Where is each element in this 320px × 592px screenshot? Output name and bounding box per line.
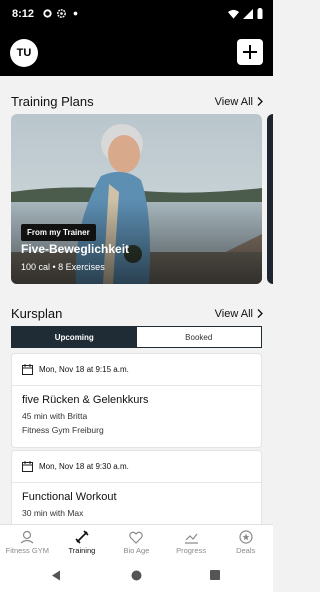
app-header: TU	[0, 30, 273, 76]
heart-icon	[129, 531, 144, 544]
kursplan-tabs: Upcoming Booked	[11, 326, 262, 348]
home-icon[interactable]	[131, 570, 142, 581]
back-icon[interactable]	[51, 570, 61, 581]
nav-label: Progress	[176, 545, 207, 555]
system-nav-bar	[0, 560, 273, 592]
course-duration: 30 min with Max	[22, 508, 84, 518]
recents-icon[interactable]	[210, 570, 220, 580]
course-location: Fitness Gym Freiburg	[22, 425, 104, 435]
nav-label: Training	[68, 546, 96, 555]
course-card[interactable]: Mon, Nov 18 at 9:15 a.m. five Rücken & G…	[11, 353, 262, 448]
status-bar: 8:12	[0, 0, 273, 30]
training-plans-title: Training Plans	[11, 94, 94, 109]
kursplan-header: Kursplan View All	[11, 306, 263, 321]
badge-icon	[239, 530, 253, 544]
signal-icon	[243, 8, 253, 19]
course-date-row: Mon, Nov 18 at 9:15 a.m.	[12, 354, 261, 386]
training-plan-card[interactable]: From my Trainer Five-Beweglichkeit 100 c…	[11, 114, 262, 284]
course-card[interactable]: Mon, Nov 18 at 9:30 a.m. Functional Work…	[11, 450, 262, 524]
trainer-badge: From my Trainer	[21, 224, 96, 241]
nav-fitness-gym[interactable]: Fitness GYM	[0, 525, 55, 560]
plan-meta: 100 cal • 8 Exercises	[21, 262, 105, 272]
next-plan-card[interactable]	[267, 114, 273, 284]
gear-icon	[57, 9, 66, 18]
avatar[interactable]: TU	[10, 39, 38, 67]
training-plans-view-all[interactable]: View All	[215, 96, 263, 108]
add-button[interactable]	[237, 39, 263, 65]
calendar-icon	[22, 461, 33, 472]
nav-progress[interactable]: Progress	[164, 525, 219, 560]
bottom-nav: Fitness GYM Training Bio Age Progress De…	[0, 524, 273, 560]
main-content[interactable]: Training Plans View All From my Trainer …	[0, 76, 273, 524]
nav-label: Fitness GYM	[5, 546, 49, 555]
nav-label: Deals	[236, 546, 256, 555]
battery-icon	[257, 8, 263, 19]
status-time: 8:12	[12, 8, 35, 20]
plan-title: Five-Beweglichkeit	[21, 242, 130, 256]
plus-icon	[243, 45, 257, 59]
kursplan-view-all[interactable]: View All	[215, 308, 263, 320]
course-name: Functional Workout	[22, 491, 117, 503]
nav-bio-age[interactable]: Bio Age	[109, 525, 164, 560]
nav-deals[interactable]: Deals	[218, 525, 273, 560]
view-all-label: View All	[214, 307, 253, 320]
course-date: Mon, Nov 18 at 9:15 a.m.	[39, 365, 129, 374]
view-all-label: View All	[214, 95, 253, 108]
calendar-icon	[22, 364, 33, 375]
course-date-row: Mon, Nov 18 at 9:30 a.m.	[12, 451, 261, 483]
chart-icon	[184, 533, 198, 544]
tab-upcoming[interactable]: Upcoming	[12, 327, 137, 347]
nav-label: Bio Age	[123, 545, 150, 555]
settings-icon	[43, 9, 52, 18]
location-pin-icon	[20, 530, 34, 544]
course-duration: 45 min with Britta	[22, 411, 88, 421]
nav-training[interactable]: Training	[55, 525, 110, 560]
kursplan-title: Kursplan	[11, 306, 63, 321]
course-date: Mon, Nov 18 at 9:30 a.m.	[39, 462, 129, 471]
wifi-icon	[228, 9, 239, 19]
chevron-right-icon	[257, 97, 263, 106]
dumbbell-icon	[75, 530, 89, 544]
training-plans-header: Training Plans View All	[11, 94, 263, 109]
plan-photo	[11, 114, 262, 284]
tab-booked[interactable]: Booked	[136, 327, 261, 347]
chevron-right-icon	[257, 309, 263, 318]
notification-dot-icon	[73, 11, 78, 16]
course-name: five Rücken & Gelenkkurs	[22, 394, 149, 406]
